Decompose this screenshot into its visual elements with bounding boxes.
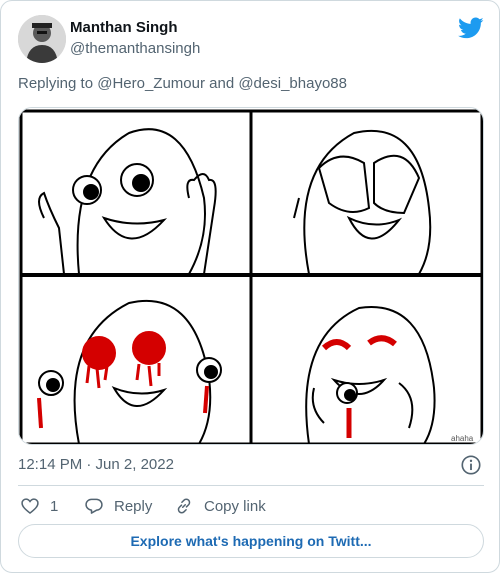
- copy-link-label: Copy link: [204, 497, 266, 515]
- info-icon[interactable]: [460, 454, 482, 476]
- divider: [18, 485, 484, 486]
- reply-icon: [85, 498, 103, 514]
- replying-to-text: Replying to @Hero_Zumour and @desi_bhayo…: [18, 75, 347, 92]
- like-button[interactable]: 1: [20, 495, 58, 517]
- reply-label: Reply: [114, 497, 153, 515]
- tweet-timestamp[interactable]: 12:14 PM · Jun 2, 2022: [18, 456, 174, 473]
- copy-link-button[interactable]: Copy link: [174, 495, 266, 517]
- heart-icon: [21, 498, 39, 515]
- twitter-bird-icon[interactable]: [458, 15, 484, 41]
- tweet-actions: 1 Reply Copy link: [18, 495, 484, 517]
- link-icon: [177, 498, 191, 514]
- avatar[interactable]: [18, 15, 66, 63]
- explore-button[interactable]: Explore what's happening on Twitt...: [18, 524, 484, 558]
- image-watermark: ahaha: [451, 434, 474, 443]
- author-handle[interactable]: @themanthansingh: [70, 40, 200, 57]
- rage-comic-image: ahaha: [19, 108, 483, 444]
- author-name[interactable]: Manthan Singh: [70, 19, 178, 36]
- like-count: 1: [50, 497, 59, 515]
- tweet-image[interactable]: ahaha: [18, 107, 484, 445]
- tweet-header: Manthan Singh @themanthansingh: [18, 15, 484, 65]
- tweet-card: Manthan Singh @themanthansingh Replying …: [0, 0, 500, 573]
- reply-button[interactable]: Reply: [84, 495, 152, 517]
